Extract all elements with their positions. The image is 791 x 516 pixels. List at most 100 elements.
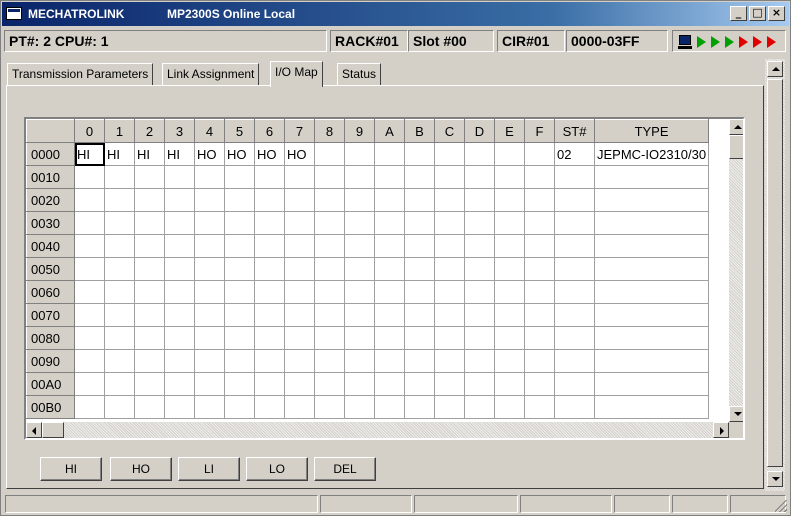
grid-cell[interactable] <box>494 188 525 212</box>
grid-horizontal-scrollbar[interactable] <box>26 422 729 438</box>
grid-cell[interactable] <box>104 211 135 235</box>
lo-button[interactable]: LO <box>246 457 308 481</box>
resize-grip-icon[interactable] <box>775 500 787 512</box>
grid-cell[interactable] <box>314 303 345 327</box>
column-header[interactable]: 3 <box>164 119 195 143</box>
grid-cell[interactable] <box>254 349 285 373</box>
grid-cell[interactable] <box>134 165 165 189</box>
grid-cell[interactable] <box>134 257 165 281</box>
grid-cell[interactable] <box>464 303 495 327</box>
grid-cell[interactable] <box>74 211 105 235</box>
grid-cell[interactable] <box>344 211 375 235</box>
grid-cell[interactable] <box>593 349 710 373</box>
grid-cell[interactable] <box>374 257 405 281</box>
grid-cell[interactable] <box>224 303 255 327</box>
grid-cell[interactable] <box>404 188 435 212</box>
grid-cell[interactable] <box>434 211 465 235</box>
tab-transmission-parameters[interactable]: Transmission Parameters <box>7 63 154 85</box>
grid-cell[interactable] <box>344 234 375 258</box>
grid-cell[interactable] <box>194 211 225 235</box>
grid-cell[interactable] <box>524 372 555 396</box>
grid-cell[interactable] <box>554 211 595 235</box>
grid-cell[interactable]: HI <box>134 142 165 166</box>
grid-cell[interactable] <box>404 165 435 189</box>
grid-cell[interactable] <box>404 372 435 396</box>
grid-cell[interactable] <box>224 326 255 350</box>
grid-cell[interactable] <box>434 395 465 419</box>
scroll-thumb[interactable] <box>42 422 64 438</box>
scroll-left-button[interactable] <box>26 422 42 438</box>
grid-cell[interactable] <box>524 165 555 189</box>
grid-cell[interactable] <box>314 280 345 304</box>
grid-cell[interactable] <box>464 188 495 212</box>
tab-link-assignment[interactable]: Link Assignment <box>162 63 260 85</box>
grid-cell[interactable] <box>164 395 195 419</box>
grid-cell[interactable] <box>134 188 165 212</box>
maximize-button[interactable]: □ <box>749 6 766 21</box>
grid-cell[interactable] <box>194 372 225 396</box>
grid-cell[interactable] <box>464 395 495 419</box>
grid-cell[interactable] <box>284 257 315 281</box>
grid-cell[interactable] <box>314 372 345 396</box>
grid-vertical-scrollbar[interactable] <box>729 119 743 422</box>
grid-cell[interactable] <box>104 349 135 373</box>
grid-cell[interactable] <box>344 372 375 396</box>
grid-cell[interactable] <box>434 257 465 281</box>
grid-cell[interactable] <box>554 257 595 281</box>
scroll-right-button[interactable] <box>713 422 729 438</box>
grid-cell[interactable] <box>524 326 555 350</box>
tab-io-map[interactable]: I/O Map <box>270 61 323 87</box>
grid-cell[interactable] <box>524 303 555 327</box>
title-bar[interactable]: MECHATROLINK MP2300S Online Local _ □ × <box>2 2 789 26</box>
column-header[interactable]: 8 <box>314 119 345 143</box>
close-button[interactable]: × <box>768 6 785 21</box>
column-header[interactable]: 9 <box>344 119 375 143</box>
grid-cell[interactable] <box>524 234 555 258</box>
column-header[interactable]: E <box>494 119 525 143</box>
grid-cell[interactable]: HI <box>164 142 195 166</box>
grid-cell[interactable] <box>134 280 165 304</box>
grid-cell[interactable] <box>104 372 135 396</box>
column-header[interactable]: B <box>404 119 435 143</box>
grid-cell[interactable] <box>284 234 315 258</box>
grid-cell[interactable] <box>134 395 165 419</box>
grid-cell[interactable] <box>254 395 285 419</box>
row-address-header[interactable]: 00B0 <box>26 395 75 419</box>
grid-cell[interactable] <box>374 395 405 419</box>
grid-cell[interactable] <box>593 303 710 327</box>
grid-cell[interactable] <box>404 142 435 166</box>
grid-cell[interactable] <box>494 326 525 350</box>
column-header[interactable]: C <box>434 119 465 143</box>
grid-cell[interactable] <box>164 234 195 258</box>
grid-cell[interactable] <box>104 303 135 327</box>
grid-cell[interactable] <box>464 280 495 304</box>
grid-cell[interactable] <box>74 165 105 189</box>
grid-cell[interactable] <box>164 257 195 281</box>
grid-cell[interactable] <box>194 349 225 373</box>
grid-cell[interactable] <box>254 326 285 350</box>
grid-cell[interactable] <box>554 303 595 327</box>
grid-cell[interactable] <box>284 165 315 189</box>
grid-cell[interactable] <box>494 395 525 419</box>
grid-cell[interactable] <box>593 234 710 258</box>
grid-cell[interactable] <box>434 280 465 304</box>
grid-cell[interactable] <box>314 395 345 419</box>
column-header[interactable]: ST# <box>554 119 595 143</box>
grid-cell[interactable] <box>434 303 465 327</box>
column-header[interactable]: 4 <box>194 119 225 143</box>
grid-cell[interactable] <box>104 257 135 281</box>
panel-vertical-scrollbar[interactable] <box>765 59 785 491</box>
grid-cell[interactable]: HO <box>194 142 225 166</box>
grid-cell[interactable] <box>494 280 525 304</box>
scroll-up-button[interactable] <box>729 119 743 135</box>
grid-cell[interactable] <box>524 188 555 212</box>
grid-cell[interactable] <box>344 142 375 166</box>
grid-cell[interactable] <box>593 395 710 419</box>
row-address-header[interactable]: 0030 <box>26 211 75 235</box>
panel-scroll-down-button[interactable] <box>767 471 783 487</box>
grid-cell[interactable] <box>374 211 405 235</box>
column-header[interactable]: 0 <box>74 119 105 143</box>
row-address-header[interactable]: 0070 <box>26 303 75 327</box>
grid-cell[interactable] <box>554 165 595 189</box>
grid-cell[interactable] <box>194 234 225 258</box>
